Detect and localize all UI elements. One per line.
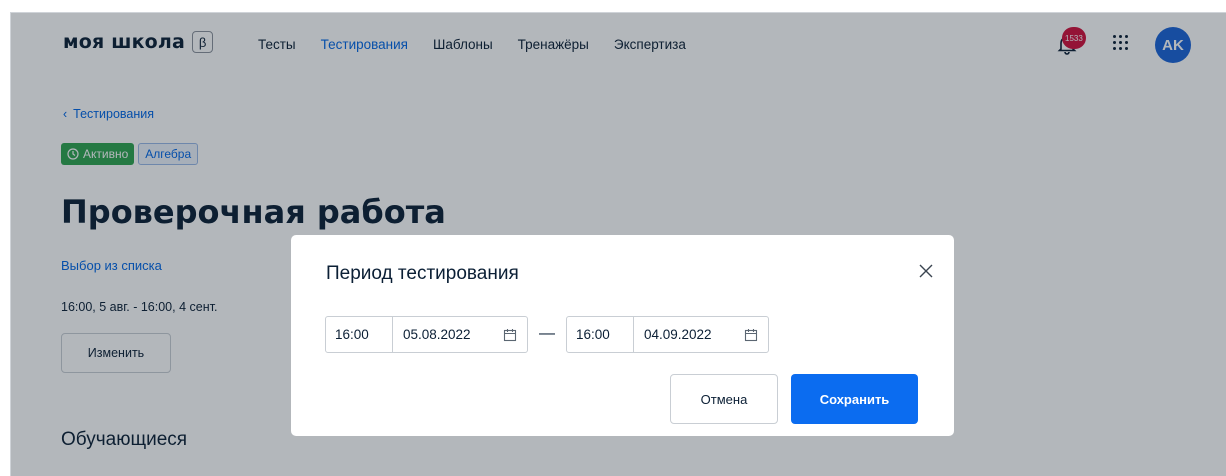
range-separator: — <box>539 325 555 342</box>
period-modal: Период тестирования 16:00 05.08.2022 — 1… <box>291 235 954 436</box>
end-date-input[interactable]: 04.09.2022 <box>634 317 768 352</box>
start-time-input[interactable]: 16:00 <box>326 317 393 352</box>
close-icon[interactable] <box>918 263 934 279</box>
modal-title: Период тестирования <box>326 263 519 284</box>
calendar-icon[interactable] <box>503 328 517 342</box>
start-datetime-field: 16:00 05.08.2022 <box>325 316 528 353</box>
end-time-input[interactable]: 16:00 <box>567 317 634 352</box>
app-frame: моя школа β Тесты Тестирования Шаблоны Т… <box>10 12 1226 476</box>
start-date-input[interactable]: 05.08.2022 <box>393 317 527 352</box>
end-datetime-field: 16:00 04.09.2022 <box>566 316 769 353</box>
start-date-value: 05.08.2022 <box>403 327 471 342</box>
cancel-button[interactable]: Отмена <box>670 374 778 424</box>
end-date-value: 04.09.2022 <box>644 327 712 342</box>
save-button[interactable]: Сохранить <box>791 374 918 424</box>
calendar-icon[interactable] <box>744 328 758 342</box>
